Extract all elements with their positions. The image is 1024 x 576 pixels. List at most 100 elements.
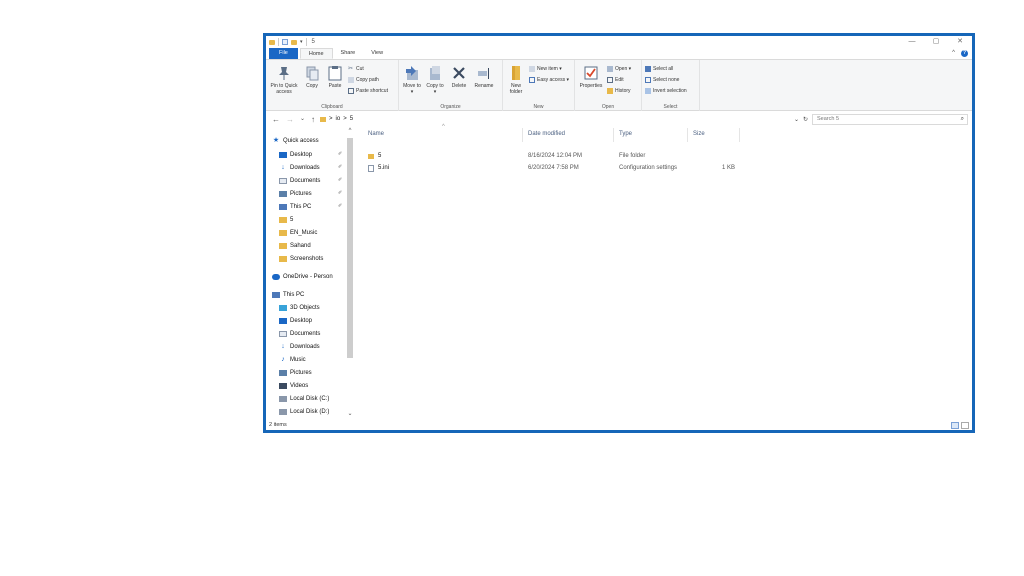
column-header-date[interactable]: Date modified xyxy=(528,131,565,141)
scrollbar-thumb[interactable] xyxy=(347,138,353,358)
breadcrumb-separator: > xyxy=(343,116,347,122)
breadcrumb[interactable]: > io > 5 xyxy=(316,113,756,125)
sidebar-item-label: Quick access xyxy=(283,138,319,144)
sidebar-item-local-disk-c[interactable]: Local Disk (C:) xyxy=(279,393,329,405)
search-placeholder: Search 5 xyxy=(817,116,840,122)
folder-icon xyxy=(368,153,374,159)
column-divider[interactable] xyxy=(522,128,523,142)
sidebar-item-local-disk-d[interactable]: Local Disk (D:) xyxy=(279,406,329,418)
select-none-button[interactable]: Select none xyxy=(645,75,687,84)
tab-home[interactable]: Home xyxy=(299,48,333,59)
sidebar-item-music[interactable]: ♪ Music xyxy=(279,354,305,366)
scroll-down-chevron-icon[interactable]: ⌄ xyxy=(346,410,354,417)
rename-icon xyxy=(478,68,489,79)
sidebar-item-5[interactable]: 5 xyxy=(279,214,293,226)
sidebar-item-pictures[interactable]: Pictures xyxy=(279,188,312,200)
sidebar-item-this-pc[interactable]: This PC xyxy=(279,201,311,213)
select-group-label: Select xyxy=(663,104,678,110)
column-divider[interactable] xyxy=(687,128,688,142)
move-to-icon xyxy=(406,66,418,80)
details-view-icon[interactable] xyxy=(951,421,959,429)
download-icon: ↓ xyxy=(281,343,285,350)
quick-access-toolbar: ▾ 5 xyxy=(266,36,315,48)
sidebar-item-3d-objects[interactable]: 3D Objects xyxy=(279,302,320,314)
sidebar-item-pictures[interactable]: Pictures xyxy=(279,367,312,379)
invert-selection-button[interactable]: Invert selection xyxy=(645,86,687,95)
nav-scrollbar[interactable]: ^ ⌄ xyxy=(346,128,354,424)
new-folder-quick-icon[interactable] xyxy=(291,39,297,45)
divider xyxy=(305,38,307,46)
type-cell: File folder xyxy=(619,153,646,159)
sidebar-item-downloads[interactable]: ↓ Downloads xyxy=(279,162,319,174)
select-group: Select all Select none Invert selection … xyxy=(642,60,700,111)
table-row[interactable]: 5 8/16/2024 12:04 PM File folder xyxy=(358,151,758,161)
tab-file[interactable]: File xyxy=(269,48,298,59)
search-input[interactable]: Search 5 ⌕ xyxy=(812,113,968,125)
table-row[interactable]: 5.ini 6/20/2024 7:58 PM Configuration se… xyxy=(358,163,758,173)
column-header-size[interactable]: Size xyxy=(693,131,705,141)
recent-locations-chevron-icon[interactable]: ⌄ xyxy=(300,115,305,124)
scissors-icon: ✂ xyxy=(348,65,354,72)
select-all-button[interactable]: Select all xyxy=(645,64,687,73)
sidebar-item-videos[interactable]: Videos xyxy=(279,380,308,392)
pin-icon: ✐ xyxy=(338,164,343,170)
pin-icon: ✐ xyxy=(338,177,343,183)
paste-shortcut-button[interactable]: Paste shortcut xyxy=(348,86,388,95)
column-header-name[interactable]: Name xyxy=(368,131,384,141)
sidebar-item-screenshots[interactable]: Screenshots xyxy=(279,253,323,265)
sidebar-item-label: Pictures xyxy=(290,370,312,376)
back-arrow-icon[interactable]: ← xyxy=(272,115,280,124)
new-item-button[interactable]: New item ▾ xyxy=(529,64,569,73)
3d-objects-icon xyxy=(279,305,287,311)
folder-icon xyxy=(269,39,275,45)
refresh-icon[interactable]: ↻ xyxy=(803,116,808,123)
history-button[interactable]: History xyxy=(607,86,631,95)
collapse-ribbon-chevron-icon[interactable]: ^ xyxy=(952,50,955,56)
star-icon: ★ xyxy=(272,137,280,144)
sidebar-item-label: OneDrive - Person xyxy=(283,274,333,280)
large-icons-view-icon[interactable] xyxy=(961,421,969,429)
navigation-pane: ★ Quick access Desktop ✐ ↓ Downloads ✐ Document… xyxy=(266,128,356,424)
sidebar-item-documents[interactable]: Documents xyxy=(279,328,320,340)
column-header-type[interactable]: Type xyxy=(619,131,632,141)
sidebar-item-downloads[interactable]: ↓ Downloads xyxy=(279,341,319,353)
help-icon[interactable]: ? xyxy=(961,49,968,57)
scroll-up-chevron-icon[interactable]: ^ xyxy=(346,128,354,134)
sidebar-item-onedrive-person[interactable]: OneDrive - Person xyxy=(272,271,333,283)
breadcrumb-5[interactable]: 5 xyxy=(350,116,353,122)
copy-path-button[interactable]: Copy path xyxy=(348,75,388,84)
history-icon xyxy=(607,87,613,94)
breadcrumb-io[interactable]: io xyxy=(336,116,341,122)
up-arrow-icon[interactable]: ↑ xyxy=(311,115,315,124)
open-button[interactable]: Open ▾ xyxy=(607,64,631,73)
sidebar-item-desktop[interactable]: Desktop xyxy=(279,149,312,161)
tab-view[interactable]: View xyxy=(363,48,391,59)
delete-x-icon xyxy=(453,67,465,79)
column-divider[interactable] xyxy=(739,128,740,142)
sidebar-item-sahand[interactable]: Sahand xyxy=(279,240,311,252)
sidebar-item-documents[interactable]: Documents xyxy=(279,175,320,187)
organize-group-label: Organize xyxy=(440,104,461,110)
copy-to-icon xyxy=(430,66,440,80)
tab-share[interactable]: Share xyxy=(333,48,364,59)
cut-button[interactable]: ✂ Cut xyxy=(348,64,388,73)
minimize-button[interactable]: — xyxy=(900,36,924,48)
sort-ascending-chevron-icon: ^ xyxy=(442,124,445,130)
sidebar-item-desktop[interactable]: Desktop xyxy=(279,315,312,327)
folder-icon xyxy=(320,116,326,122)
sidebar-item-en-music[interactable]: EN_Music xyxy=(279,227,317,239)
easy-access-button[interactable]: Easy access ▾ xyxy=(529,75,569,84)
column-divider[interactable] xyxy=(613,128,614,142)
sidebar-item-this-pc[interactable]: This PC xyxy=(272,289,304,301)
properties-quick-icon[interactable] xyxy=(282,39,288,45)
maximize-button[interactable]: ▢ xyxy=(924,36,948,48)
new-item-icon xyxy=(529,65,535,72)
customize-toolbar-chevron-icon[interactable]: ▾ xyxy=(300,39,303,45)
pictures-icon xyxy=(279,191,287,197)
folder-icon xyxy=(279,243,287,249)
edit-button[interactable]: Edit xyxy=(607,75,631,84)
sidebar-item-quick-access[interactable]: ★ Quick access xyxy=(272,135,319,147)
address-dropdown-chevron-icon[interactable]: ⌄ xyxy=(794,116,799,123)
forward-arrow-icon[interactable]: → xyxy=(286,115,294,124)
breadcrumb-separator: > xyxy=(329,116,333,122)
